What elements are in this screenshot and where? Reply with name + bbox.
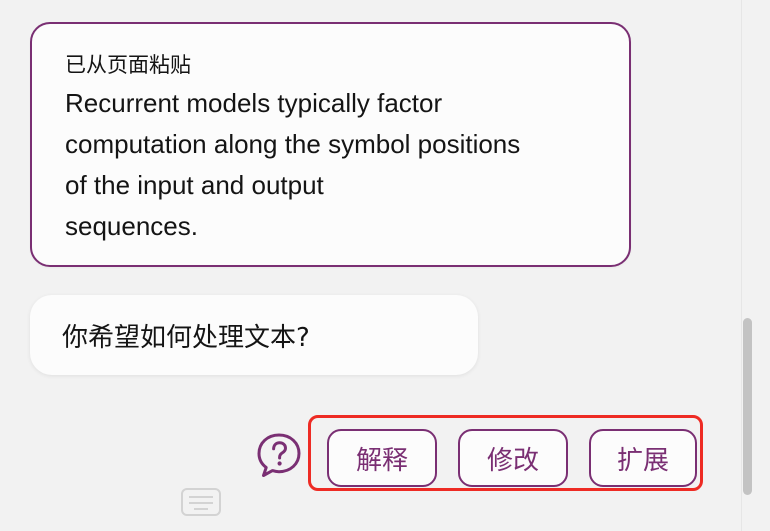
question-bubble: 你希望如何处理文本? — [30, 295, 478, 375]
scrollbar-thumb[interactable] — [743, 318, 752, 495]
question-circle-icon[interactable] — [255, 432, 303, 478]
action-button-group: 解释 修改 扩展 — [308, 415, 703, 491]
expand-button[interactable]: 扩展 — [589, 429, 697, 487]
keyboard-icon — [181, 488, 221, 516]
explain-button[interactable]: 解释 — [327, 429, 437, 487]
revise-button[interactable]: 修改 — [458, 429, 568, 487]
question-text: 你希望如何处理文本? — [62, 322, 310, 353]
pasted-text-card: 已从页面粘贴 Recurrent models typically factor… — [30, 22, 631, 267]
pasted-from-page-label: 已从页面粘贴 — [65, 53, 191, 77]
pasted-text-body: Recurrent models typically factor comput… — [65, 88, 521, 241]
